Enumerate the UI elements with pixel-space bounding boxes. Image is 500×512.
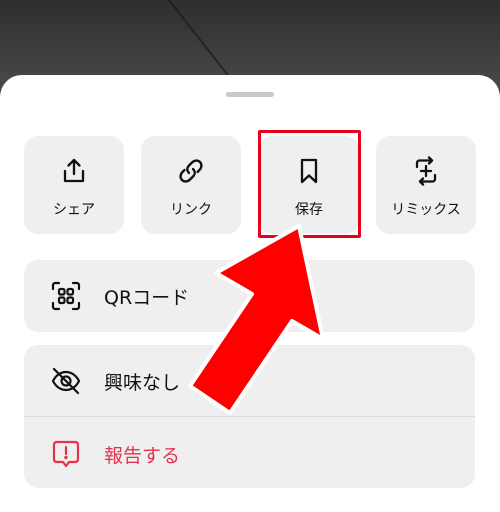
remix-icon: [411, 156, 441, 186]
report-button[interactable]: 報告する: [24, 418, 475, 488]
qr-code-icon: [50, 280, 82, 312]
not-interested-button[interactable]: 興味なし: [24, 345, 475, 415]
save-highlight-box: [258, 130, 361, 238]
eye-slash-icon: [50, 365, 82, 397]
report-label: 報告する: [104, 445, 181, 467]
share-label: シェア: [53, 202, 95, 218]
options-group: 興味なし 報告する: [24, 345, 475, 488]
share-sheet: シェア リンク 保存 リミックス QRコード 興味なし 報告する: [0, 75, 500, 512]
share-button[interactable]: シェア: [24, 136, 124, 234]
share-icon: [59, 156, 89, 186]
link-button[interactable]: リンク: [141, 136, 241, 234]
drag-handle[interactable]: [226, 92, 274, 97]
remix-label: リミックス: [391, 202, 461, 218]
remix-button[interactable]: リミックス: [376, 136, 476, 234]
not-interested-label: 興味なし: [104, 372, 181, 394]
background-decoration: [160, 0, 230, 77]
options-divider: [24, 416, 475, 417]
qr-code-button[interactable]: QRコード: [24, 260, 475, 330]
report-icon: [50, 438, 82, 470]
link-icon: [176, 156, 206, 186]
qr-group: QRコード: [24, 260, 475, 332]
qr-code-label: QRコード: [104, 287, 190, 309]
link-label: リンク: [170, 202, 212, 218]
